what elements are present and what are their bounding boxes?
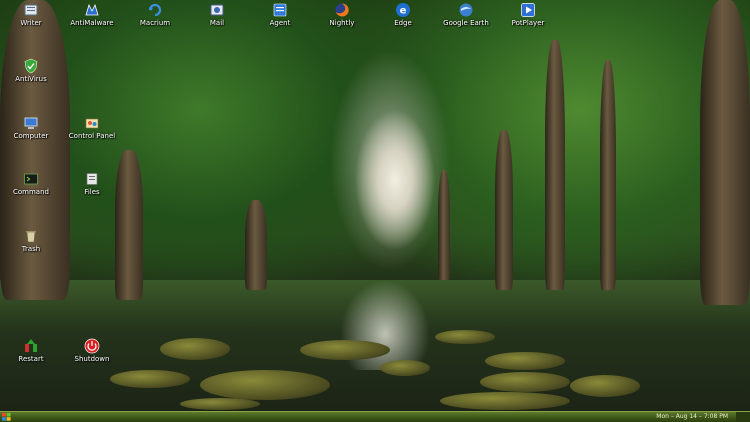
wallpaper-tree-trunk <box>600 60 616 290</box>
wallpaper-tree-trunk <box>0 0 70 300</box>
wallpaper-rock <box>110 370 190 388</box>
desktop-icon-nightly[interactable]: Nightly <box>312 2 372 27</box>
desktop-icon-mail[interactable]: Mail <box>187 2 247 27</box>
wallpaper-tree-trunk <box>545 40 565 290</box>
icon-label: Computer <box>13 132 49 140</box>
icon-label: Files <box>84 188 100 196</box>
desktop-icon-edge[interactable]: e Edge <box>373 2 433 27</box>
google-earth-icon <box>459 3 473 17</box>
macrium-icon <box>148 3 162 17</box>
wallpaper-rock <box>200 370 330 400</box>
wallpaper-rock <box>300 340 390 360</box>
desktop-icon-potplayer[interactable]: PotPlayer <box>498 2 558 27</box>
icon-label: AntiVirus <box>15 75 47 83</box>
wallpaper-rock <box>485 352 565 370</box>
desktop-icon-restart[interactable]: Restart <box>1 338 61 363</box>
wallpaper-rock <box>380 360 430 376</box>
control-panel-icon <box>85 118 99 129</box>
command-prompt-icon <box>24 173 38 185</box>
show-desktop-button[interactable] <box>736 412 750 422</box>
icon-label: Edge <box>394 19 412 27</box>
wallpaper-tree-trunk <box>700 0 750 305</box>
icon-label: Restart <box>18 355 44 363</box>
trash-icon <box>26 231 36 243</box>
desktop-icon-shutdown[interactable]: Shutdown <box>62 338 122 363</box>
icon-label: Mail <box>209 19 225 27</box>
wallpaper-rock <box>160 338 230 360</box>
potplayer-icon <box>521 3 535 17</box>
wallpaper-tree-trunk <box>438 170 450 280</box>
desktop-icon-macrium[interactable]: Macrium <box>125 2 185 27</box>
taskbar-clock[interactable]: Mon – Aug 14 – 7:08 PM <box>656 412 728 422</box>
desktop-icon-computer[interactable]: Computer <box>1 115 61 140</box>
antivirus-shield-icon <box>24 58 38 74</box>
files-icon <box>86 173 98 185</box>
desktop-icon-antivirus[interactable]: AntiVirus <box>1 58 61 83</box>
icon-label: Writer <box>20 19 42 27</box>
wallpaper-rock <box>180 398 260 410</box>
desktop-icon-writer[interactable]: Writer <box>1 2 61 27</box>
icon-label: Google Earth <box>443 19 489 27</box>
desktop-icon-antimalware[interactable]: AntiMalware <box>62 2 122 27</box>
wallpaper-tree-trunk <box>495 130 513 290</box>
shutdown-icon <box>84 338 100 354</box>
desktop-icon-control-panel[interactable]: Control Panel <box>62 115 122 140</box>
wallpaper-rock <box>480 372 570 392</box>
wallpaper-rock <box>570 375 640 397</box>
desktop-icon-files[interactable]: Files <box>62 171 122 196</box>
desktop-icon-command[interactable]: Command <box>1 171 61 196</box>
icon-label: Control Panel <box>68 132 116 140</box>
agent-icon <box>273 3 287 17</box>
restart-icon <box>25 339 37 352</box>
wallpaper-rock <box>440 392 570 410</box>
writer-icon <box>24 4 38 16</box>
icon-label: Shutdown <box>74 355 110 363</box>
taskbar: Mon – Aug 14 – 7:08 PM <box>0 411 750 422</box>
antimalware-icon <box>85 3 99 16</box>
icon-label: Agent <box>269 19 291 27</box>
icon-label: Nightly <box>329 19 355 27</box>
computer-icon <box>24 117 38 129</box>
wallpaper-rock <box>435 330 495 344</box>
icon-label: Command <box>13 188 49 196</box>
firefox-nightly-icon <box>335 3 349 17</box>
desktop-icon-trash[interactable]: Trash <box>1 228 61 253</box>
wallpaper-tree-trunk <box>245 200 267 290</box>
icon-label: Macrium <box>139 19 171 27</box>
icon-label: AntiMalware <box>70 19 114 27</box>
icon-label: PotPlayer <box>511 19 545 27</box>
desktop-icon-google-earth[interactable]: Google Earth <box>436 2 496 27</box>
edge-icon: e <box>396 3 410 17</box>
svg-text:e: e <box>400 6 407 17</box>
icon-label: Trash <box>21 245 41 253</box>
mail-icon <box>210 4 224 16</box>
windows-start-icon[interactable] <box>2 413 11 421</box>
desktop-icon-agent[interactable]: Agent <box>250 2 310 27</box>
